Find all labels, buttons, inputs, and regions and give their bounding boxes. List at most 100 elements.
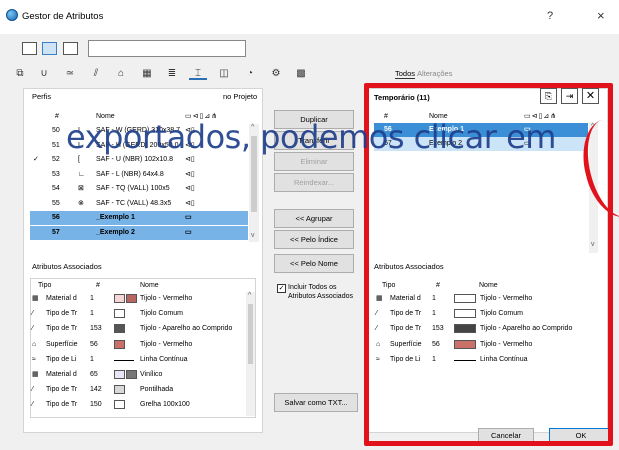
help-button[interactable]: ? bbox=[547, 10, 553, 22]
reindexar-button[interactable]: Reindexar... bbox=[274, 173, 354, 192]
fills-tab-icon[interactable]: ⫽ bbox=[87, 67, 105, 80]
left-assoc-scrollbar[interactable]: ^ bbox=[246, 292, 255, 416]
assoc-tipo: Superfície bbox=[46, 340, 78, 348]
window-title: Gestor de Atributos bbox=[22, 11, 104, 22]
profile-num: 55 bbox=[52, 199, 60, 207]
col-num[interactable]: # bbox=[55, 110, 59, 124]
assoc-num: 56 bbox=[90, 340, 98, 348]
assoc-swatch bbox=[114, 339, 125, 349]
left-assoc-rows: ▦ Material d 1 Tijolo - Vermelho ⁄ Tipo de Tr… bbox=[30, 292, 250, 416]
col-tipo[interactable]: Tipo bbox=[38, 279, 51, 292]
no-projeto-label: no Projeto bbox=[223, 92, 258, 101]
line-types-tab-icon[interactable]: ≃ bbox=[61, 67, 79, 80]
operation-profiles-tab-icon[interactable]: ▩ bbox=[292, 67, 310, 80]
incluir-checkbox[interactable]: ✓ bbox=[277, 284, 286, 293]
surfaces-tab-icon[interactable]: ⌂ bbox=[112, 67, 130, 80]
view-list-icon[interactable] bbox=[22, 42, 37, 55]
assoc-row[interactable]: ⁄ Tipo de Tr 150 Grelha 100x100 bbox=[30, 398, 244, 412]
profile-name: SAF - TC (VALL) 48.3x5 bbox=[96, 199, 172, 207]
incluir-label[interactable]: Incluir Todos os Atributos Associados bbox=[288, 283, 358, 301]
assoc-num: 142 bbox=[90, 386, 102, 394]
assoc-num: 1 bbox=[90, 310, 94, 318]
assoc-row[interactable]: ⁄ Tipo de Tr 1 Tijolo Comum bbox=[30, 307, 244, 321]
assoc-swatch bbox=[114, 385, 125, 395]
profile-num: 54 bbox=[52, 185, 60, 192]
assoc-nome: Linha Contínua bbox=[140, 355, 188, 363]
profiles-tab-icon[interactable]: ⌶ bbox=[189, 67, 207, 80]
search-input[interactable] bbox=[88, 40, 246, 57]
scroll-down-arrow-icon[interactable]: v bbox=[251, 232, 255, 239]
agrupar-button[interactable]: << Agrupar bbox=[274, 209, 354, 228]
left-assoc-header: Tipo # Nome bbox=[30, 279, 250, 292]
assoc-nome: Vinílico bbox=[140, 371, 163, 378]
perfis-label: Perfis bbox=[32, 92, 52, 101]
profile-row[interactable]: 57 _Exemplo 2 ▭ bbox=[30, 225, 248, 240]
assoc-row[interactable]: ▦ Material d 65 Vinílico bbox=[30, 368, 244, 382]
profile-usage-icon: ▭ bbox=[185, 228, 192, 236]
assoc-swatch bbox=[114, 294, 125, 303]
assoc-nome: Grelha 100x100 bbox=[140, 401, 190, 409]
assoc-tipo: Material d bbox=[46, 295, 77, 302]
profile-num: 52 bbox=[52, 156, 60, 163]
assoc-nome: Tijolo - Vermelho bbox=[140, 295, 193, 302]
assoc-type-icon: ▦ bbox=[32, 295, 39, 302]
assoc-tipo: Material d bbox=[46, 371, 77, 378]
layers-tab-icon[interactable]: ⧉ bbox=[11, 67, 29, 80]
assoc-row[interactable]: ⁄ Tipo de Tr 153 Tijolo - Aparelho ao Compr… bbox=[30, 322, 244, 336]
profile-usage-icon: ⊲▯ bbox=[185, 185, 195, 192]
assoc-nome: Tijolo - Vermelho bbox=[140, 340, 193, 348]
view-split-icon[interactable] bbox=[42, 42, 57, 55]
assoc-tipo: Tipo de Tr bbox=[46, 386, 78, 394]
assoc-swatch-2 bbox=[126, 294, 137, 303]
salvar-txt-button[interactable]: Salvar como TXT... bbox=[274, 393, 358, 412]
profile-usage-icon: ▭ bbox=[185, 214, 192, 221]
assoc-num: 1 bbox=[90, 355, 94, 363]
profile-row[interactable]: 56 _Exemplo 1 ▭ bbox=[30, 211, 248, 225]
assoc-type-icon: ⁄ bbox=[32, 386, 34, 394]
assoc-num: 150 bbox=[90, 401, 102, 409]
tab-todos[interactable]: Todos bbox=[395, 69, 416, 79]
profile-row[interactable]: 53 ∟ SAF - L (NBR) 64x4.8 ⊲▯ bbox=[30, 168, 248, 182]
assoc-row[interactable]: ≈ Tipo de Li 1 Linha Contínua bbox=[30, 353, 244, 367]
assoc-swatch bbox=[114, 400, 125, 410]
assoc-tipo: Tipo de Tr bbox=[46, 325, 78, 333]
view-single-icon[interactable] bbox=[63, 42, 78, 55]
close-button[interactable]: × bbox=[597, 8, 605, 23]
profile-usage-icon: ⊲▯ bbox=[185, 170, 195, 178]
assoc-type-icon: ≈ bbox=[32, 355, 36, 363]
assoc-num: 65 bbox=[90, 371, 98, 378]
pelo-nome-button[interactable]: << Pelo Nome bbox=[274, 254, 354, 273]
pelo-indice-button[interactable]: << Pelo Índice bbox=[274, 230, 354, 249]
profile-row[interactable]: 54 ⊠ SAF - TQ (VALL) 100x5 ⊲▯ bbox=[30, 182, 248, 196]
profile-name: SAF - TQ (VALL) 100x5 bbox=[96, 185, 170, 192]
assoc-type-icon: ⁄ bbox=[32, 325, 34, 333]
assoc-type-icon: ⌂ bbox=[32, 340, 37, 348]
scroll-thumb[interactable] bbox=[248, 304, 253, 364]
col-nome[interactable]: Nome bbox=[140, 279, 159, 292]
assoc-swatch bbox=[114, 370, 125, 379]
pens-tab-icon[interactable]: ∪ bbox=[35, 67, 53, 80]
assoc-row[interactable]: ⌂ Superfície 56 Tijolo - Vermelho bbox=[30, 338, 244, 352]
tab-alteracoes[interactable]: Alterações bbox=[417, 69, 452, 78]
markup-tab-icon[interactable]: ◔ bbox=[241, 67, 259, 80]
left-associados-title: Atributos Associados bbox=[32, 262, 102, 271]
assoc-type-icon: ⁄ bbox=[32, 401, 34, 409]
assoc-nome: Tijolo - Aparelho ao Comprido bbox=[140, 325, 233, 333]
profile-row[interactable]: 55 ⊗ SAF - TC (VALL) 48.3x5 ⊲▯ bbox=[30, 197, 248, 211]
assoc-num: 1 bbox=[90, 295, 94, 302]
profile-check-icon: ✓ bbox=[33, 156, 39, 163]
profile-shape-icon: ∟ bbox=[78, 170, 85, 178]
assoc-tipo: Tipo de Li bbox=[46, 355, 77, 363]
mep-tab-icon[interactable]: ⚙ bbox=[267, 67, 285, 80]
profile-num: 50 bbox=[52, 127, 60, 134]
assoc-row[interactable]: ▦ Material d 1 Tijolo - Vermelho bbox=[30, 292, 244, 306]
col-num[interactable]: # bbox=[96, 279, 100, 292]
assoc-row[interactable]: ⁄ Tipo de Tr 142 Pontilhada bbox=[30, 383, 244, 397]
zone-categories-tab-icon[interactable]: ◫ bbox=[215, 67, 233, 80]
profile-num: 57 bbox=[52, 228, 60, 236]
profile-name: SAF - L (NBR) 64x4.8 bbox=[96, 170, 164, 178]
composites-tab-icon[interactable]: ≣ bbox=[163, 67, 181, 80]
building-materials-tab-icon[interactable]: ▦ bbox=[138, 67, 156, 80]
assoc-type-icon: ⁄ bbox=[32, 310, 34, 318]
scroll-up-arrow-icon[interactable]: ^ bbox=[248, 292, 251, 299]
